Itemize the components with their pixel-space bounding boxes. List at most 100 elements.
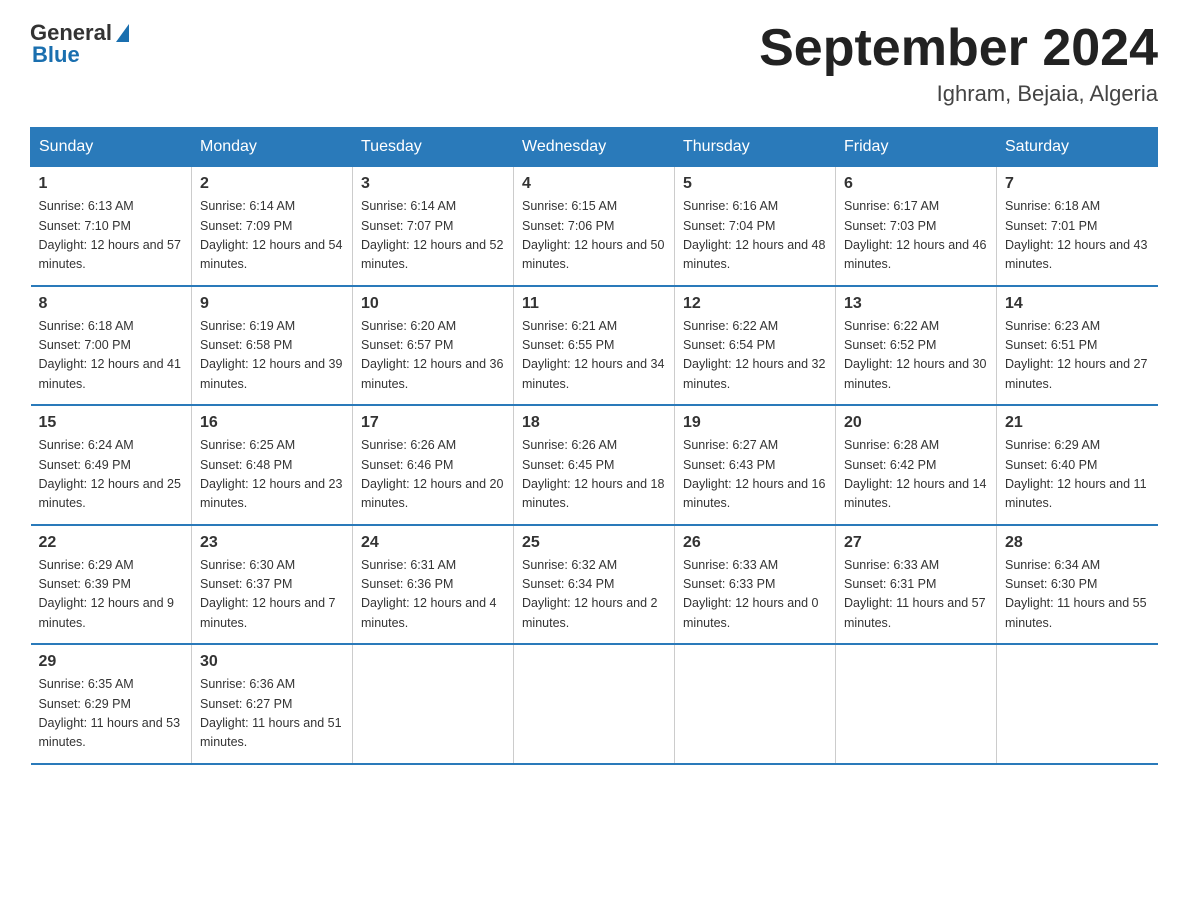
- day-cell: 26 Sunrise: 6:33 AMSunset: 6:33 PMDayligh…: [675, 525, 836, 645]
- day-number: 26: [683, 534, 827, 552]
- day-number: 9: [200, 295, 344, 313]
- day-info: Sunrise: 6:27 AMSunset: 6:43 PMDaylight:…: [683, 436, 827, 514]
- day-cell: 6 Sunrise: 6:17 AMSunset: 7:03 PMDaylight…: [836, 167, 997, 286]
- day-cell: 14 Sunrise: 6:23 AMSunset: 6:51 PMDayligh…: [997, 286, 1158, 406]
- day-info: Sunrise: 6:31 AMSunset: 6:36 PMDaylight:…: [361, 556, 505, 634]
- day-info: Sunrise: 6:15 AMSunset: 7:06 PMDaylight:…: [522, 197, 666, 275]
- day-cell: 23Sunrise: 6:30 AMSunset: 6:37 PMDayligh…: [192, 525, 353, 645]
- day-cell: [353, 644, 514, 764]
- day-cell: 19 Sunrise: 6:27 AMSunset: 6:43 PMDayligh…: [675, 405, 836, 525]
- day-cell: 24 Sunrise: 6:31 AMSunset: 6:36 PMDayligh…: [353, 525, 514, 645]
- day-info: Sunrise: 6:18 AMSunset: 7:00 PMDaylight:…: [39, 317, 184, 395]
- day-number: 14: [1005, 295, 1150, 313]
- day-info: Sunrise: 6:29 AMSunset: 6:40 PMDaylight:…: [1005, 436, 1150, 514]
- calendar-table: SundayMondayTuesdayWednesdayThursdayFrid…: [30, 127, 1158, 765]
- day-info: Sunrise: 6:24 AMSunset: 6:49 PMDaylight:…: [39, 436, 184, 514]
- day-number: 19: [683, 414, 827, 432]
- day-cell: [675, 644, 836, 764]
- day-info: Sunrise: 6:18 AMSunset: 7:01 PMDaylight:…: [1005, 197, 1150, 275]
- day-number: 12: [683, 295, 827, 313]
- page-header: General Blue September 2024 Ighram, Beja…: [30, 20, 1158, 107]
- calendar-header: SundayMondayTuesdayWednesdayThursdayFrid…: [31, 128, 1158, 167]
- day-info: Sunrise: 6:22 AMSunset: 6:54 PMDaylight:…: [683, 317, 827, 395]
- day-number: 4: [522, 175, 666, 193]
- day-info: Sunrise: 6:20 AMSunset: 6:57 PMDaylight:…: [361, 317, 505, 395]
- day-cell: 30 Sunrise: 6:36 AMSunset: 6:27 PMDayligh…: [192, 644, 353, 764]
- day-number: 3: [361, 175, 505, 193]
- day-number: 1: [39, 175, 184, 193]
- day-info: Sunrise: 6:14 AMSunset: 7:07 PMDaylight:…: [361, 197, 505, 275]
- day-info: Sunrise: 6:21 AMSunset: 6:55 PMDaylight:…: [522, 317, 666, 395]
- day-number: 28: [1005, 534, 1150, 552]
- day-info: Sunrise: 6:19 AMSunset: 6:58 PMDaylight:…: [200, 317, 344, 395]
- header-cell-wednesday: Wednesday: [514, 128, 675, 167]
- day-info: Sunrise: 6:26 AMSunset: 6:45 PMDaylight:…: [522, 436, 666, 514]
- day-cell: 25Sunrise: 6:32 AMSunset: 6:34 PMDayligh…: [514, 525, 675, 645]
- day-cell: 5Sunrise: 6:16 AMSunset: 7:04 PMDaylight…: [675, 167, 836, 286]
- header-cell-thursday: Thursday: [675, 128, 836, 167]
- day-number: 27: [844, 534, 988, 552]
- day-cell: 9 Sunrise: 6:19 AMSunset: 6:58 PMDaylight…: [192, 286, 353, 406]
- header-row: SundayMondayTuesdayWednesdayThursdayFrid…: [31, 128, 1158, 167]
- day-cell: 2 Sunrise: 6:14 AMSunset: 7:09 PMDaylight…: [192, 167, 353, 286]
- day-cell: 1 Sunrise: 6:13 AMSunset: 7:10 PMDaylight…: [31, 167, 192, 286]
- day-cell: 28Sunrise: 6:34 AMSunset: 6:30 PMDayligh…: [997, 525, 1158, 645]
- day-number: 25: [522, 534, 666, 552]
- week-row-1: 1 Sunrise: 6:13 AMSunset: 7:10 PMDaylight…: [31, 167, 1158, 286]
- day-cell: 18Sunrise: 6:26 AMSunset: 6:45 PMDayligh…: [514, 405, 675, 525]
- week-row-3: 15 Sunrise: 6:24 AMSunset: 6:49 PMDayligh…: [31, 405, 1158, 525]
- day-info: Sunrise: 6:33 AMSunset: 6:33 PMDaylight:…: [683, 556, 827, 634]
- header-cell-saturday: Saturday: [997, 128, 1158, 167]
- day-number: 15: [39, 414, 184, 432]
- day-number: 16: [200, 414, 344, 432]
- logo: General Blue: [30, 20, 129, 68]
- day-cell: 15 Sunrise: 6:24 AMSunset: 6:49 PMDayligh…: [31, 405, 192, 525]
- day-info: Sunrise: 6:13 AMSunset: 7:10 PMDaylight:…: [39, 197, 184, 275]
- day-number: 7: [1005, 175, 1150, 193]
- day-info: Sunrise: 6:23 AMSunset: 6:51 PMDaylight:…: [1005, 317, 1150, 395]
- day-cell: 11Sunrise: 6:21 AMSunset: 6:55 PMDayligh…: [514, 286, 675, 406]
- day-cell: 17Sunrise: 6:26 AMSunset: 6:46 PMDayligh…: [353, 405, 514, 525]
- header-cell-friday: Friday: [836, 128, 997, 167]
- logo-triangle-icon: [116, 24, 129, 42]
- day-number: 6: [844, 175, 988, 193]
- day-number: 24: [361, 534, 505, 552]
- day-info: Sunrise: 6:33 AMSunset: 6:31 PMDaylight:…: [844, 556, 988, 634]
- day-cell: [997, 644, 1158, 764]
- header-cell-monday: Monday: [192, 128, 353, 167]
- title-section: September 2024 Ighram, Bejaia, Algeria: [759, 20, 1158, 107]
- day-info: Sunrise: 6:35 AMSunset: 6:29 PMDaylight:…: [39, 675, 184, 753]
- day-cell: [836, 644, 997, 764]
- day-number: 29: [39, 653, 184, 671]
- week-row-4: 22 Sunrise: 6:29 AMSunset: 6:39 PMDayligh…: [31, 525, 1158, 645]
- month-title: September 2024: [759, 20, 1158, 77]
- day-number: 2: [200, 175, 344, 193]
- day-cell: 27 Sunrise: 6:33 AMSunset: 6:31 PMDayligh…: [836, 525, 997, 645]
- day-info: Sunrise: 6:28 AMSunset: 6:42 PMDaylight:…: [844, 436, 988, 514]
- header-cell-tuesday: Tuesday: [353, 128, 514, 167]
- day-cell: 4 Sunrise: 6:15 AMSunset: 7:06 PMDaylight…: [514, 167, 675, 286]
- logo-blue-text: Blue: [32, 42, 80, 68]
- day-number: 22: [39, 534, 184, 552]
- day-cell: 12 Sunrise: 6:22 AMSunset: 6:54 PMDayligh…: [675, 286, 836, 406]
- day-cell: 8 Sunrise: 6:18 AMSunset: 7:00 PMDaylight…: [31, 286, 192, 406]
- day-number: 13: [844, 295, 988, 313]
- day-number: 21: [1005, 414, 1150, 432]
- day-info: Sunrise: 6:36 AMSunset: 6:27 PMDaylight:…: [200, 675, 344, 753]
- day-number: 20: [844, 414, 988, 432]
- day-info: Sunrise: 6:29 AMSunset: 6:39 PMDaylight:…: [39, 556, 184, 634]
- day-number: 8: [39, 295, 184, 313]
- week-row-2: 8 Sunrise: 6:18 AMSunset: 7:00 PMDaylight…: [31, 286, 1158, 406]
- day-info: Sunrise: 6:17 AMSunset: 7:03 PMDaylight:…: [844, 197, 988, 275]
- day-cell: 7 Sunrise: 6:18 AMSunset: 7:01 PMDaylight…: [997, 167, 1158, 286]
- day-cell: 20 Sunrise: 6:28 AMSunset: 6:42 PMDayligh…: [836, 405, 997, 525]
- week-row-5: 29 Sunrise: 6:35 AMSunset: 6:29 PMDayligh…: [31, 644, 1158, 764]
- day-cell: 21 Sunrise: 6:29 AMSunset: 6:40 PMDayligh…: [997, 405, 1158, 525]
- day-number: 30: [200, 653, 344, 671]
- day-info: Sunrise: 6:16 AMSunset: 7:04 PMDaylight:…: [683, 197, 827, 275]
- day-cell: 3 Sunrise: 6:14 AMSunset: 7:07 PMDaylight…: [353, 167, 514, 286]
- day-number: 10: [361, 295, 505, 313]
- day-info: Sunrise: 6:25 AMSunset: 6:48 PMDaylight:…: [200, 436, 344, 514]
- day-info: Sunrise: 6:14 AMSunset: 7:09 PMDaylight:…: [200, 197, 344, 275]
- day-cell: [514, 644, 675, 764]
